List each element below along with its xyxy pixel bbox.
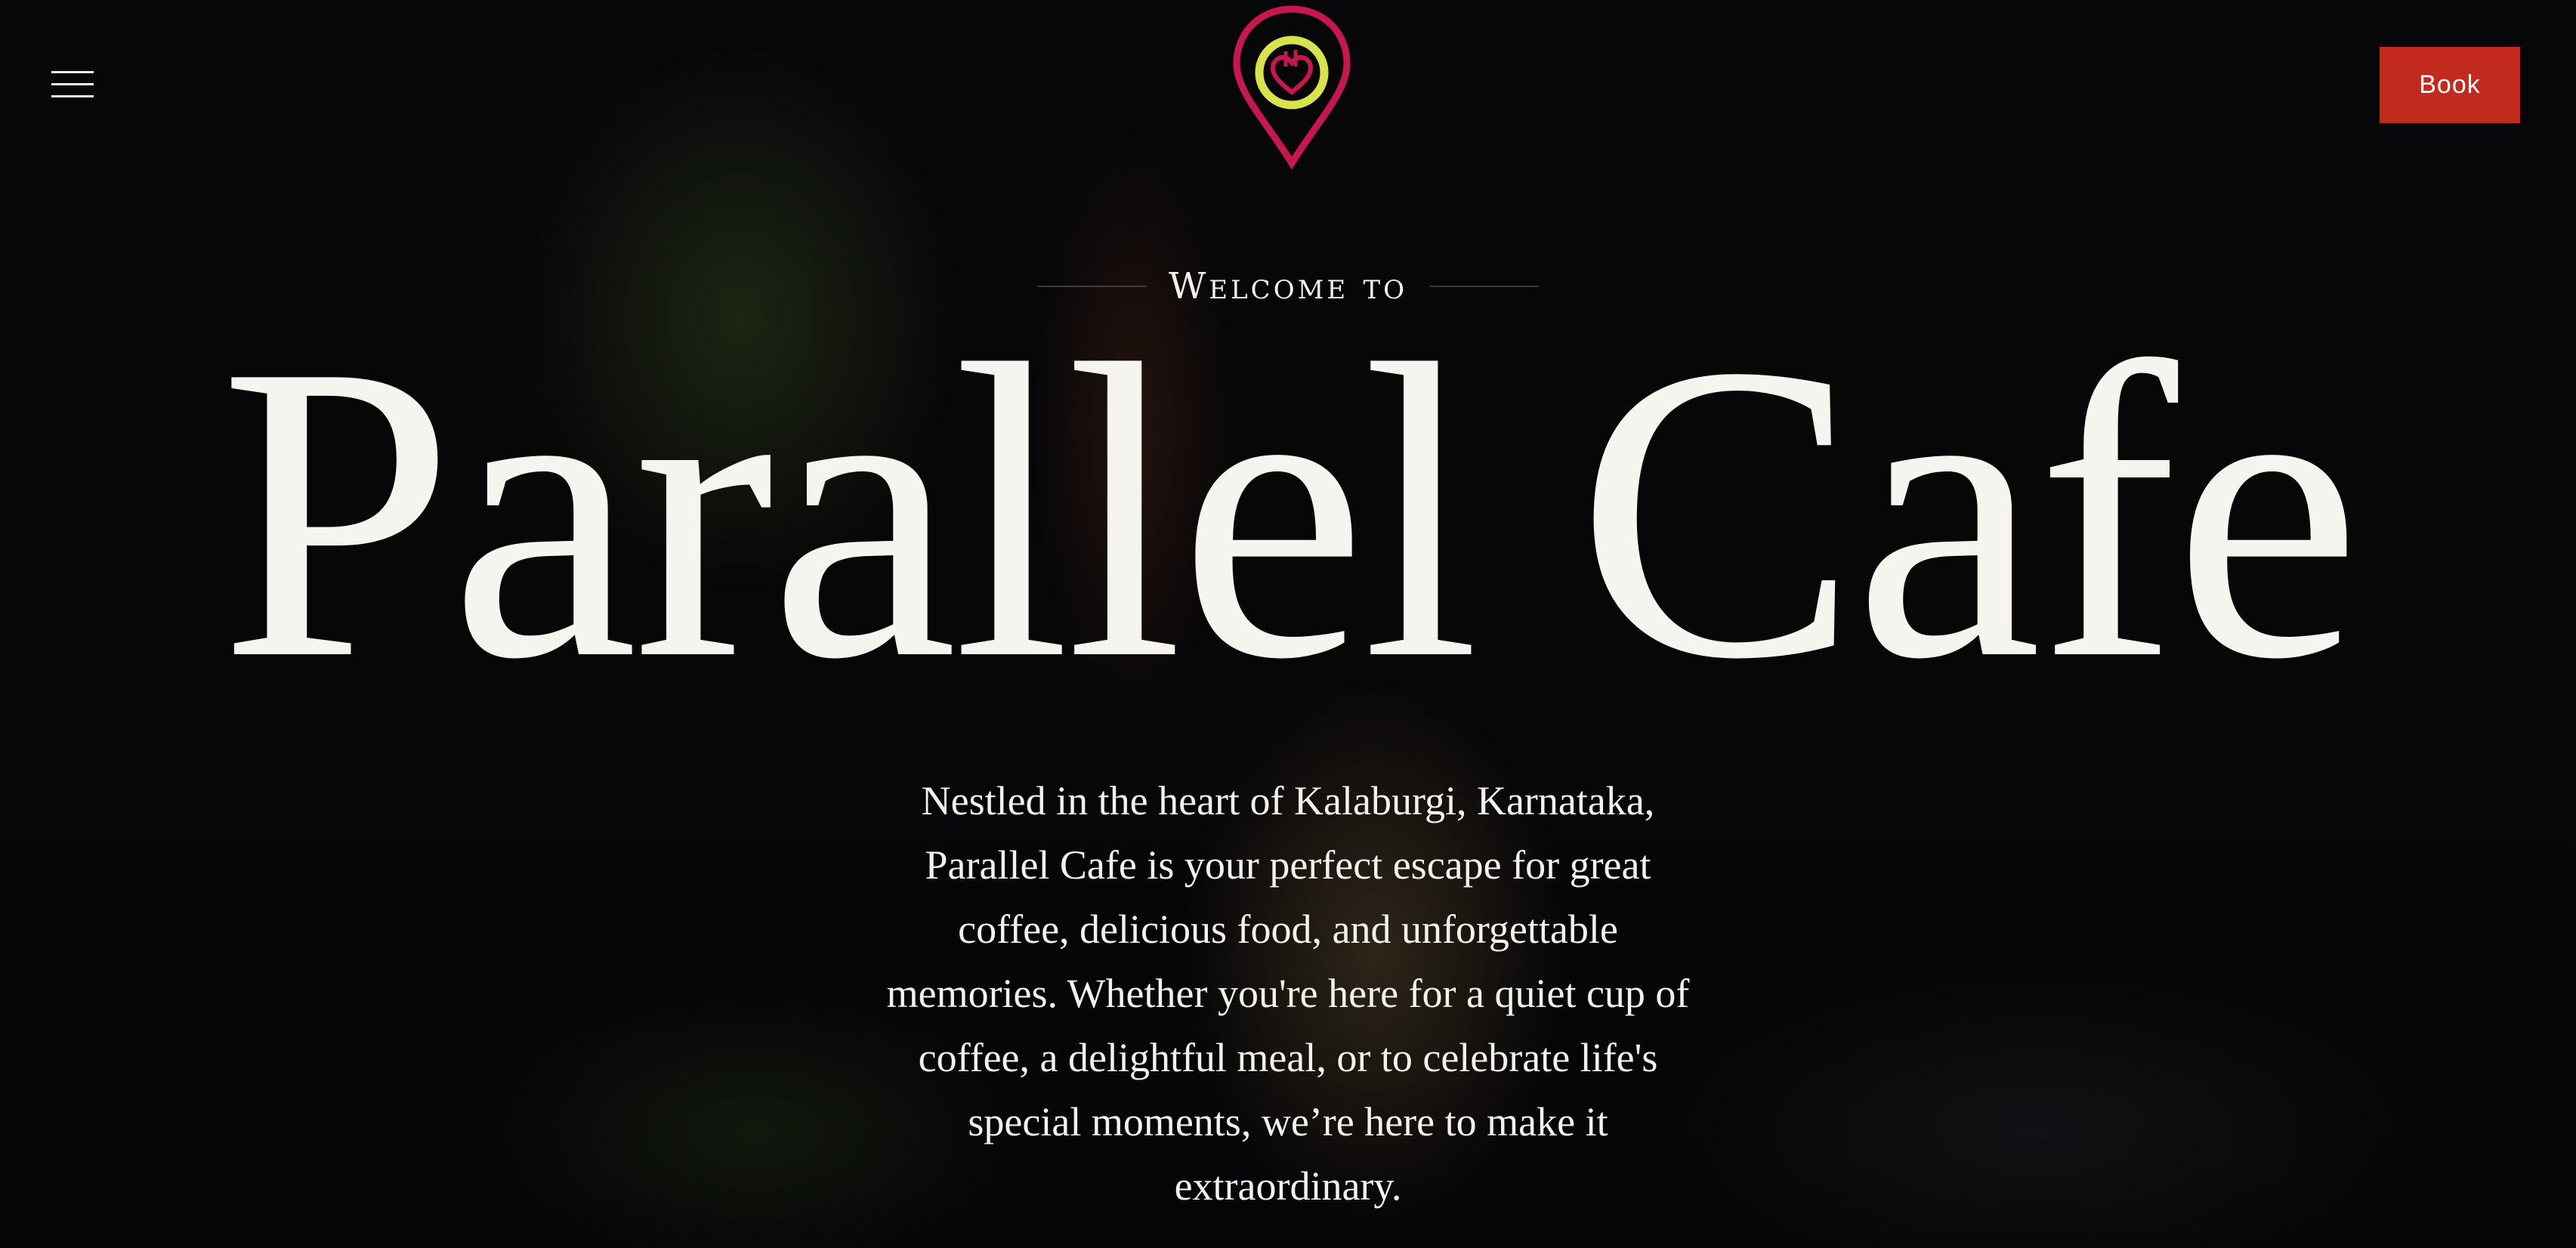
menu-line: [51, 83, 94, 85]
menu-line: [51, 95, 94, 97]
hamburger-menu-icon[interactable]: [51, 68, 94, 98]
menu-line: [51, 71, 94, 73]
page-title: Parallel Cafe: [219, 278, 2361, 746]
hero-description: Nestled in the heart of Kalaburgi, Karna…: [886, 778, 1690, 1209]
book-button[interactable]: Book: [2380, 47, 2520, 123]
map-pin-heart-icon[interactable]: [1228, 3, 1356, 169]
hero-section: Book Welcome to Parallel Cafe Nestled in…: [0, 0, 2576, 1248]
